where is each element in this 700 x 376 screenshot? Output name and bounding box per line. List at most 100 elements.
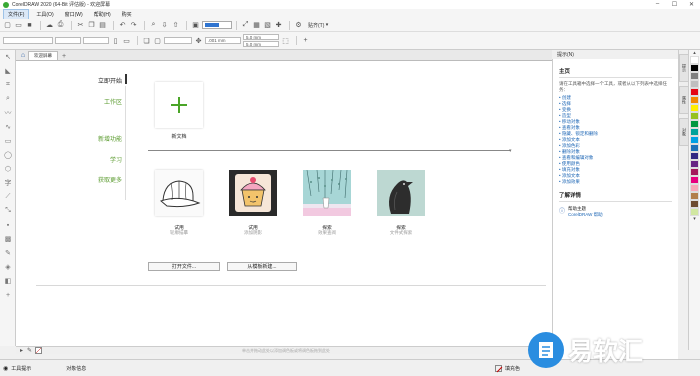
- rulers-icon[interactable]: ▦: [252, 21, 261, 30]
- cloud-icon[interactable]: ☁: [45, 21, 54, 30]
- search-icon[interactable]: ⌕: [149, 21, 158, 30]
- copy-icon[interactable]: ❐: [87, 21, 96, 30]
- ellipse-tool-icon[interactable]: ◯: [0, 148, 16, 162]
- page-size-dropdown[interactable]: [3, 37, 53, 44]
- duplicate-x-field[interactable]: 5.0 mm: [243, 34, 279, 40]
- open-file-button[interactable]: 打开文件...: [148, 262, 220, 271]
- connector-tool-icon[interactable]: ⤡: [0, 204, 16, 218]
- menu-file[interactable]: 文件(F): [3, 8, 30, 20]
- transparency-tool-icon[interactable]: ▩: [0, 232, 16, 246]
- menu-buy[interactable]: 购买: [118, 10, 136, 19]
- new-document-icon[interactable]: ▢: [3, 21, 12, 30]
- snap-to-dropdown[interactable]: 贴齐(T) ▾: [308, 22, 328, 29]
- color-swatch[interactable]: [690, 184, 699, 192]
- no-color-swatch[interactable]: [35, 347, 43, 354]
- eyedropper-icon[interactable]: ✎: [27, 347, 32, 354]
- color-swatch[interactable]: [690, 56, 699, 64]
- publish-pdf-icon[interactable]: ▣: [191, 21, 200, 30]
- color-swatch[interactable]: [690, 112, 699, 120]
- all-pages-icon[interactable]: ❏: [142, 36, 151, 45]
- color-swatch[interactable]: [690, 128, 699, 136]
- zoom-tool-icon[interactable]: ⌕: [0, 92, 16, 106]
- nav-get-more[interactable]: 获取更多: [60, 175, 122, 184]
- color-swatch[interactable]: [690, 80, 699, 88]
- width-field[interactable]: [55, 37, 81, 44]
- close-icon[interactable]: ✕: [683, 1, 700, 8]
- minimize-icon[interactable]: –: [649, 1, 666, 8]
- height-field[interactable]: [83, 37, 109, 44]
- menu-help[interactable]: 帮助(H): [90, 10, 115, 19]
- color-swatch[interactable]: [690, 176, 699, 184]
- color-swatch[interactable]: [690, 120, 699, 128]
- landscape-icon[interactable]: ▭: [122, 36, 131, 45]
- palette-scroll-down-icon[interactable]: ▾: [689, 216, 700, 222]
- fill-bucket-icon[interactable]: [494, 364, 502, 372]
- docker-link[interactable]: 添加效果: [559, 179, 672, 185]
- portrait-icon[interactable]: ▯: [111, 36, 120, 45]
- color-swatch[interactable]: [690, 160, 699, 168]
- duplicate-y-field[interactable]: 5.0 mm: [243, 41, 279, 47]
- cut-icon[interactable]: ✂: [76, 21, 85, 30]
- smart-fill-icon[interactable]: ◧: [0, 274, 16, 288]
- new-from-template-button[interactable]: 从模板新建...: [227, 262, 297, 271]
- eyedropper-tool-icon[interactable]: ✎: [0, 246, 16, 260]
- new-document-card[interactable]: [155, 82, 203, 128]
- sample-card-cupcake[interactable]: [229, 170, 277, 216]
- color-swatch[interactable]: [690, 96, 699, 104]
- nav-workspace[interactable]: 工作区: [60, 97, 122, 106]
- shape-tool-icon[interactable]: ◣: [0, 64, 16, 78]
- color-swatch[interactable]: [690, 88, 699, 96]
- nav-triangle-icon[interactable]: ▸: [20, 347, 23, 354]
- pick-tool-icon[interactable]: ↖: [0, 50, 16, 64]
- polygon-tool-icon[interactable]: ⬡: [0, 162, 16, 176]
- color-swatch[interactable]: [690, 152, 699, 160]
- import-icon[interactable]: ⇩: [160, 21, 169, 30]
- export-icon[interactable]: ⇧: [171, 21, 180, 30]
- open-icon[interactable]: ▭: [14, 21, 23, 30]
- rectangle-tool-icon[interactable]: ▭: [0, 134, 16, 148]
- nudge-field[interactable]: .001 mm: [205, 37, 241, 44]
- tab-welcome-screen[interactable]: 欢迎屏幕: [28, 51, 58, 60]
- interactive-fill-icon[interactable]: ◈: [0, 260, 16, 274]
- guidelines-icon[interactable]: ✚: [274, 21, 283, 30]
- freehand-tool-icon[interactable]: 〰: [0, 106, 16, 120]
- color-swatch[interactable]: [690, 72, 699, 80]
- add-tool-icon[interactable]: +: [0, 288, 16, 302]
- nav-learn[interactable]: 学习: [60, 155, 122, 164]
- nav-get-started[interactable]: 立即开始: [60, 76, 122, 85]
- menu-window[interactable]: 窗口(W): [61, 10, 87, 19]
- nav-whats-new[interactable]: 新增功能: [60, 134, 122, 143]
- expand-chevron-icon[interactable]: ▾: [509, 148, 512, 154]
- sample-card-explore-1[interactable]: [303, 170, 351, 216]
- current-page-icon[interactable]: ▢: [153, 36, 162, 45]
- grid-icon[interactable]: ▧: [263, 21, 272, 30]
- color-swatch[interactable]: [690, 136, 699, 144]
- color-swatch[interactable]: [690, 208, 699, 216]
- add-plus-icon[interactable]: +: [301, 36, 310, 45]
- units-dropdown[interactable]: [164, 37, 192, 44]
- paste-icon[interactable]: ▤: [98, 21, 107, 30]
- home-icon[interactable]: ⌂: [18, 50, 28, 60]
- sample-card-explore-2[interactable]: [377, 170, 425, 216]
- color-swatch[interactable]: [690, 64, 699, 72]
- new-tab-plus-icon[interactable]: +: [62, 53, 66, 60]
- drop-shadow-icon[interactable]: ▪: [0, 218, 16, 232]
- fullscreen-icon[interactable]: ⤢: [241, 21, 250, 30]
- color-swatch[interactable]: [690, 104, 699, 112]
- sample-card-cap[interactable]: [155, 170, 203, 216]
- print-icon[interactable]: ⎙: [56, 21, 65, 30]
- parallel-dimension-icon[interactable]: ⟋: [0, 190, 16, 204]
- maximize-icon[interactable]: ☐: [666, 1, 683, 8]
- undo-icon[interactable]: ↶: [118, 21, 127, 30]
- crop-tool-icon[interactable]: ⌗: [0, 78, 16, 92]
- treat-as-filled-icon[interactable]: ⬚: [281, 36, 290, 45]
- text-tool-icon[interactable]: 字: [0, 176, 16, 190]
- zoom-level-box[interactable]: [202, 21, 232, 29]
- menu-tools[interactable]: 工具(O): [32, 10, 57, 19]
- color-swatch[interactable]: [690, 200, 699, 208]
- color-swatch[interactable]: [690, 192, 699, 200]
- color-swatch[interactable]: [690, 144, 699, 152]
- redo-icon[interactable]: ↷: [129, 21, 138, 30]
- color-swatch[interactable]: [690, 168, 699, 176]
- help-topics-sub[interactable]: CorelDRAW 帮助: [568, 212, 603, 218]
